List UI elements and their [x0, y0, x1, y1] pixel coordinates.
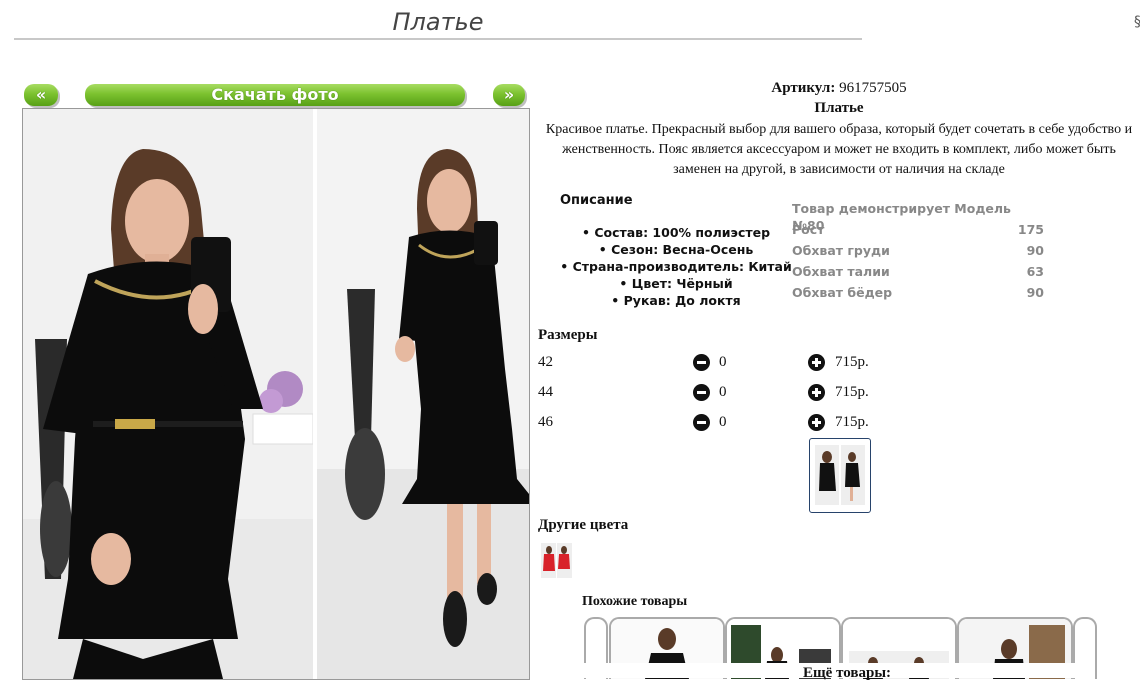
details-item-text: Цвет: Чёрный	[631, 276, 733, 291]
details-item-text: Сезон: Весна-Осень	[611, 242, 754, 257]
model-row-label: Обхват бёдер	[792, 285, 893, 300]
other-colors-title: Другие цвета	[538, 517, 629, 533]
details-item: • Страна-производитель: Китай	[560, 259, 792, 274]
page-title: Платье	[14, 6, 862, 40]
article-line: Артикул: 961757505	[538, 80, 1140, 97]
model-row: Обхват груди 90	[792, 242, 1044, 263]
red-dress-image	[541, 543, 572, 578]
model-row-label: Обхват груди	[792, 243, 890, 258]
sizes-title: Размеры	[538, 327, 598, 343]
article-value: 961757505	[839, 80, 907, 96]
model-row-value: 175	[1017, 222, 1044, 237]
article-label: Артикул:	[771, 80, 836, 96]
size-row: 42 0 715р.	[538, 353, 958, 377]
next-photo-button[interactable]: »	[493, 84, 525, 106]
edge-glyph: §	[1134, 14, 1140, 30]
details-item: • Цвет: Чёрный	[619, 276, 733, 291]
details-item-text: Состав: 100% полиэстер	[594, 225, 771, 240]
photo-right-pose	[317, 109, 529, 679]
size-value: 44	[538, 384, 553, 400]
model-row-value: 90	[1026, 285, 1044, 300]
product-thumbnail[interactable]	[809, 438, 871, 513]
minus-icon[interactable]	[693, 414, 710, 431]
prev-photo-button[interactable]: «	[24, 84, 58, 106]
plus-icon[interactable]	[808, 414, 825, 431]
product-photo[interactable]	[22, 108, 530, 680]
plus-icon[interactable]	[808, 384, 825, 401]
size-row: 46 0 715р.	[538, 413, 958, 437]
size-value: 42	[538, 354, 553, 370]
size-row: 44 0 715р.	[538, 383, 958, 407]
model-table: Товар демонстрирует Модель №80 Рост 175 О…	[792, 200, 1044, 305]
size-qty: 0	[719, 354, 727, 370]
product-name: Платье	[814, 100, 864, 116]
model-row: Рост 175	[792, 221, 1044, 242]
plus-icon[interactable]	[808, 354, 825, 371]
minus-icon[interactable]	[693, 384, 710, 401]
details-item: • Рукав: До локтя	[611, 293, 741, 308]
product-description: Красивое платье. Прекрасный выбор для ва…	[545, 122, 1133, 177]
size-price: 715р.	[835, 414, 869, 430]
details-title: Описание	[560, 193, 633, 208]
details-item: • Состав: 100% полиэстер	[581, 225, 771, 240]
model-heading: Товар демонстрирует Модель №80	[792, 201, 1011, 233]
size-value: 46	[538, 414, 553, 430]
other-color-thumbnail[interactable]	[541, 543, 572, 578]
more-products-title: Ещё товары:	[803, 665, 892, 681]
size-price: 715р.	[835, 354, 869, 370]
model-row-label: Рост	[792, 222, 825, 237]
details-item: • Сезон: Весна-Осень	[598, 242, 754, 257]
size-qty: 0	[719, 384, 727, 400]
details-item-text: Рукав: До локтя	[623, 293, 741, 308]
download-photo-button[interactable]: Скачать фото	[85, 84, 465, 106]
size-qty: 0	[719, 414, 727, 430]
similar-title: Похожие товары	[582, 594, 688, 609]
model-row: Обхват талии 63	[792, 263, 1044, 284]
minus-icon[interactable]	[693, 354, 710, 371]
details-list: • Состав: 100% полиэстер • Сезон: Весна-…	[556, 224, 796, 309]
size-price: 715р.	[835, 384, 869, 400]
model-row-label: Обхват талии	[792, 264, 890, 279]
photo-left-pose	[23, 109, 313, 679]
model-row: Обхват бёдер 90	[792, 284, 1044, 305]
model-row-value: 63	[1026, 264, 1044, 279]
thumbnail-image	[815, 445, 865, 505]
details-item-text: Страна-производитель: Китай	[572, 259, 792, 274]
model-row-value: 90	[1026, 243, 1044, 258]
